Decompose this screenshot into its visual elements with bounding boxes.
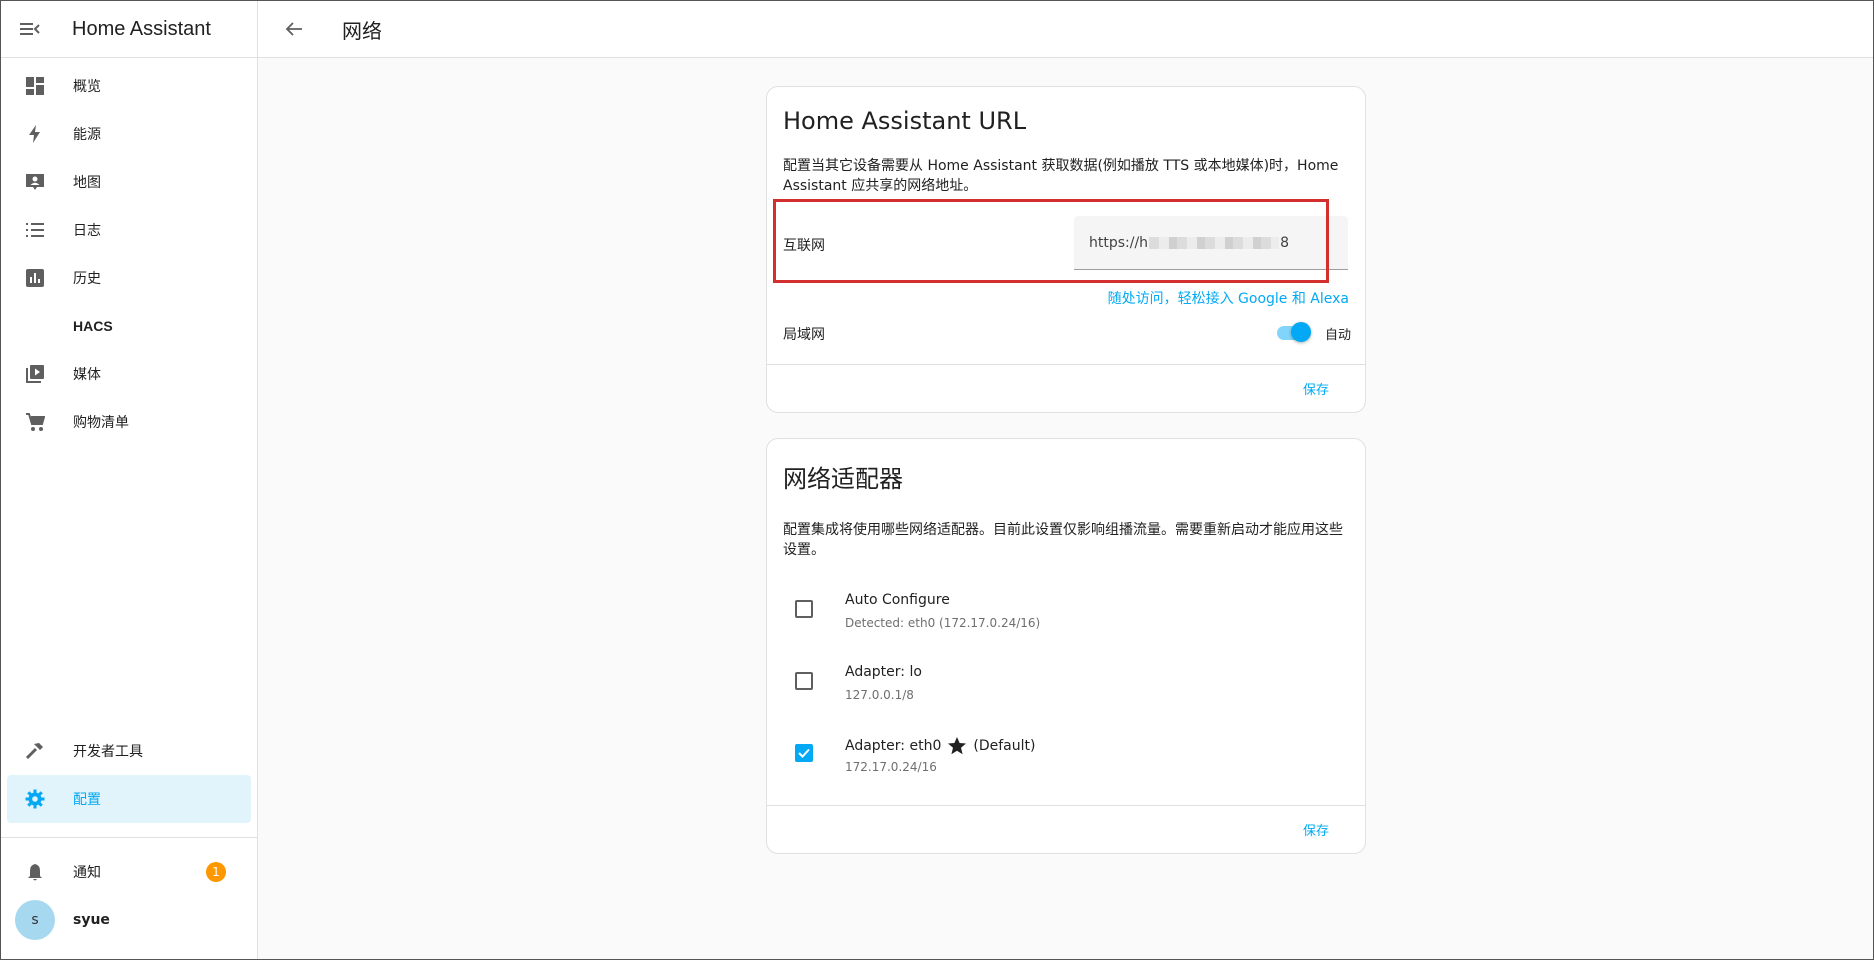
adapter-item-eth0: Adapter: eth0 (Default) 172.17.0.24/16	[795, 736, 1335, 786]
sidebar-item-label: 开发者工具	[73, 744, 143, 760]
map-person-icon	[11, 172, 59, 192]
play-box-icon	[11, 364, 59, 384]
sidebar-item-label: 日志	[73, 223, 101, 239]
lan-label: 局域网	[783, 327, 825, 343]
hammer-icon	[11, 741, 59, 761]
sidebar-item-shopping-list[interactable]: 购物清单	[7, 398, 251, 446]
menu-collapse-button[interactable]	[1, 1, 59, 58]
sidebar-bottom: 开发者工具 配置 通知 1 s syue	[1, 727, 257, 944]
card-title: 网络适配器	[783, 465, 903, 493]
card-description: 配置集成将使用哪些网络适配器。目前此设置仅影响组播流量。需要重新启动才能应用这些…	[783, 522, 1343, 558]
sidebar: Home Assistant 概览 能源 地图 日志 历史 HACS 媒体 购物…	[1, 1, 258, 959]
lan-toggle-label: 自动	[1325, 328, 1352, 343]
star-icon	[948, 737, 967, 755]
sidebar-item-history[interactable]: 历史	[7, 254, 251, 302]
adapter-detail: 127.0.0.1/8	[845, 688, 914, 702]
dashboard-icon	[11, 76, 59, 96]
sidebar-nav: 概览 能源 地图 日志 历史 HACS 媒体 购物清单	[1, 58, 257, 446]
save-button[interactable]: 保存	[1303, 820, 1329, 839]
internet-url-field[interactable]: https://h 8	[1074, 216, 1348, 270]
bell-icon	[11, 862, 59, 882]
menu-collapse-icon	[20, 23, 40, 35]
sidebar-item-label: 概览	[73, 79, 101, 95]
sidebar-item-label: 购物清单	[73, 415, 129, 431]
sidebar-item-developer-tools[interactable]: 开发者工具	[7, 727, 251, 775]
adapter-item-auto-configure: Auto Configure Detected: eth0 (172.17.0.…	[795, 592, 1335, 642]
list-icon	[11, 220, 59, 240]
app-title: Home Assistant	[72, 17, 211, 40]
card-actions: 保存	[767, 364, 1365, 412]
user-name: syue	[73, 912, 110, 928]
adapter-name: Adapter: eth0	[845, 738, 942, 754]
sidebar-item-hacs[interactable]: HACS	[7, 302, 251, 350]
card-description: 配置当其它设备需要从 Home Assistant 获取数据(例如播放 TTS …	[783, 158, 1339, 194]
sidebar-item-user[interactable]: s syue	[7, 896, 251, 944]
avatar: s	[15, 900, 55, 940]
adapter-name: Adapter: lo	[845, 664, 922, 680]
check-icon	[798, 748, 810, 758]
lightning-icon	[11, 124, 59, 144]
adapter-checkbox[interactable]	[795, 600, 813, 618]
sidebar-divider	[1, 837, 257, 838]
adapter-checkbox[interactable]	[795, 672, 813, 690]
adapter-name: Auto Configure	[845, 592, 950, 608]
adapter-detail: 172.17.0.24/16	[845, 760, 937, 774]
sidebar-item-notifications[interactable]: 通知 1	[7, 848, 251, 896]
arrow-left-icon	[285, 22, 302, 36]
internet-label: 互联网	[783, 238, 825, 254]
url-prefix: https://h	[1089, 234, 1149, 251]
cloud-access-link[interactable]: 随处访问，轻松接入 Google 和 Alexa	[1108, 288, 1349, 308]
default-label: (Default)	[973, 738, 1036, 754]
cart-icon	[11, 412, 59, 432]
url-card: Home Assistant URL 配置当其它设备需要从 Home Assis…	[766, 86, 1366, 413]
top-bar: 网络	[258, 1, 1873, 58]
sidebar-item-media[interactable]: 媒体	[7, 350, 251, 398]
lan-auto-toggle[interactable]	[1275, 319, 1313, 345]
sidebar-item-label: 能源	[73, 127, 101, 143]
network-adapters-card: 网络适配器 配置集成将使用哪些网络适配器。目前此设置仅影响组播流量。需要重新启动…	[766, 438, 1366, 854]
adapter-detail: Detected: eth0 (172.17.0.24/16)	[845, 616, 1041, 630]
sidebar-item-label: 媒体	[73, 367, 101, 383]
sidebar-item-settings[interactable]: 配置	[7, 775, 251, 823]
back-button[interactable]	[266, 1, 322, 58]
sidebar-header: Home Assistant	[1, 1, 257, 58]
sidebar-item-label: 地图	[73, 175, 101, 191]
sidebar-item-logbook[interactable]: 日志	[7, 206, 251, 254]
save-button[interactable]: 保存	[1303, 379, 1329, 398]
adapter-name-row: Adapter: eth0 (Default)	[845, 736, 1035, 756]
sidebar-item-label: 配置	[73, 792, 101, 808]
sidebar-item-overview[interactable]: 概览	[7, 62, 251, 110]
page-title: 网络	[342, 18, 382, 43]
sidebar-item-label: 通知	[73, 865, 101, 881]
sidebar-item-label: HACS	[73, 318, 113, 334]
gear-icon	[11, 789, 59, 809]
adapter-item-lo: Adapter: lo 127.0.0.1/8	[795, 664, 1335, 714]
notification-badge: 1	[206, 862, 226, 882]
sidebar-item-map[interactable]: 地图	[7, 158, 251, 206]
card-actions: 保存	[767, 805, 1365, 853]
redacted-blur	[1149, 236, 1280, 249]
sidebar-item-label: 历史	[73, 271, 101, 287]
url-suffix: 8	[1280, 234, 1289, 251]
card-title: Home Assistant URL	[783, 107, 1027, 135]
chart-icon	[11, 268, 59, 288]
sidebar-item-energy[interactable]: 能源	[7, 110, 251, 158]
adapter-checkbox[interactable]	[795, 744, 813, 762]
